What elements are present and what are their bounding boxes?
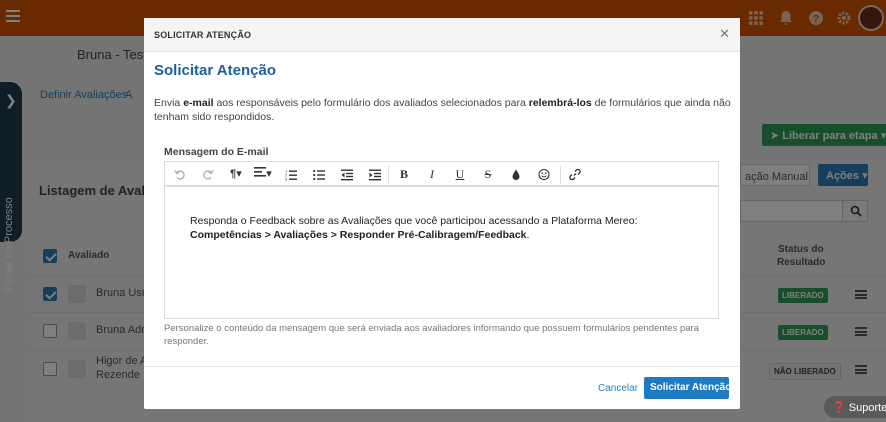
toolbar-separator (388, 165, 389, 184)
message-hint: Personalize o conteúdo da mensagem que s… (164, 323, 699, 347)
desc-part: Envia (154, 97, 184, 109)
ordered-list-icon[interactable]: 123 (285, 167, 297, 182)
message-text: Responda o Feedback sobre as Avaliações … (190, 215, 638, 227)
support-label: Suporte (848, 402, 886, 414)
modal-header: SOLICITAR ATENÇÃO ✕ (144, 18, 740, 52)
modal-description: Envia e-mail aos responsáveis pelo formu… (154, 96, 734, 124)
link-icon[interactable] (569, 167, 581, 182)
email-message-editor[interactable]: ¶▾ ▾ 123 B I U S Responda o Feedback sob… (164, 161, 719, 319)
italic-icon[interactable]: I (426, 167, 438, 182)
cancel-button[interactable]: Cancelar (598, 383, 638, 394)
message-path: Competências > Avaliações > Responder Pr… (190, 229, 527, 241)
modal-title: Solicitar Atenção (154, 62, 276, 79)
emoji-icon[interactable] (538, 167, 550, 182)
toolbar-separator (560, 165, 561, 184)
undo-icon[interactable] (174, 167, 186, 182)
solicitar-atencao-modal: SOLICITAR ATENÇÃO ✕ Solicitar Atenção En… (144, 18, 740, 409)
desc-part: aos responsáveis pelo formulário dos ava… (213, 97, 529, 109)
desc-bold: relembrá-los (528, 97, 592, 109)
outdent-icon[interactable] (341, 167, 353, 182)
align-icon[interactable]: ▾ (253, 167, 273, 182)
email-message-label: Mensagem do E-mail (164, 146, 269, 158)
svg-text:3: 3 (285, 177, 288, 182)
align-lines-icon (254, 167, 267, 177)
modal-footer: Cancelar Solicitar Atenção (144, 366, 740, 409)
desc-bold: e-mail (183, 97, 214, 109)
modal-header-title: SOLICITAR ATENÇÃO (154, 30, 252, 40)
redo-icon[interactable] (202, 167, 214, 182)
bullet-list-icon[interactable] (313, 167, 325, 182)
email-message-content[interactable]: Responda o Feedback sobre as Avaliações … (190, 214, 690, 242)
paragraph-format-icon[interactable]: ¶▾ (227, 167, 245, 182)
text-color-icon[interactable] (511, 167, 521, 182)
indent-icon[interactable] (369, 167, 381, 182)
strikethrough-icon[interactable]: S (481, 167, 495, 182)
underline-icon[interactable]: U (453, 167, 467, 182)
solicitar-atencao-button[interactable]: Solicitar Atenção (644, 377, 731, 399)
bold-icon[interactable]: B (397, 167, 411, 182)
editor-toolbar: ¶▾ ▾ 123 B I U S (165, 162, 718, 187)
support-button[interactable]: ❓ Suporte (824, 396, 886, 418)
message-end: . (526, 229, 530, 241)
close-icon[interactable]: ✕ (719, 26, 730, 42)
